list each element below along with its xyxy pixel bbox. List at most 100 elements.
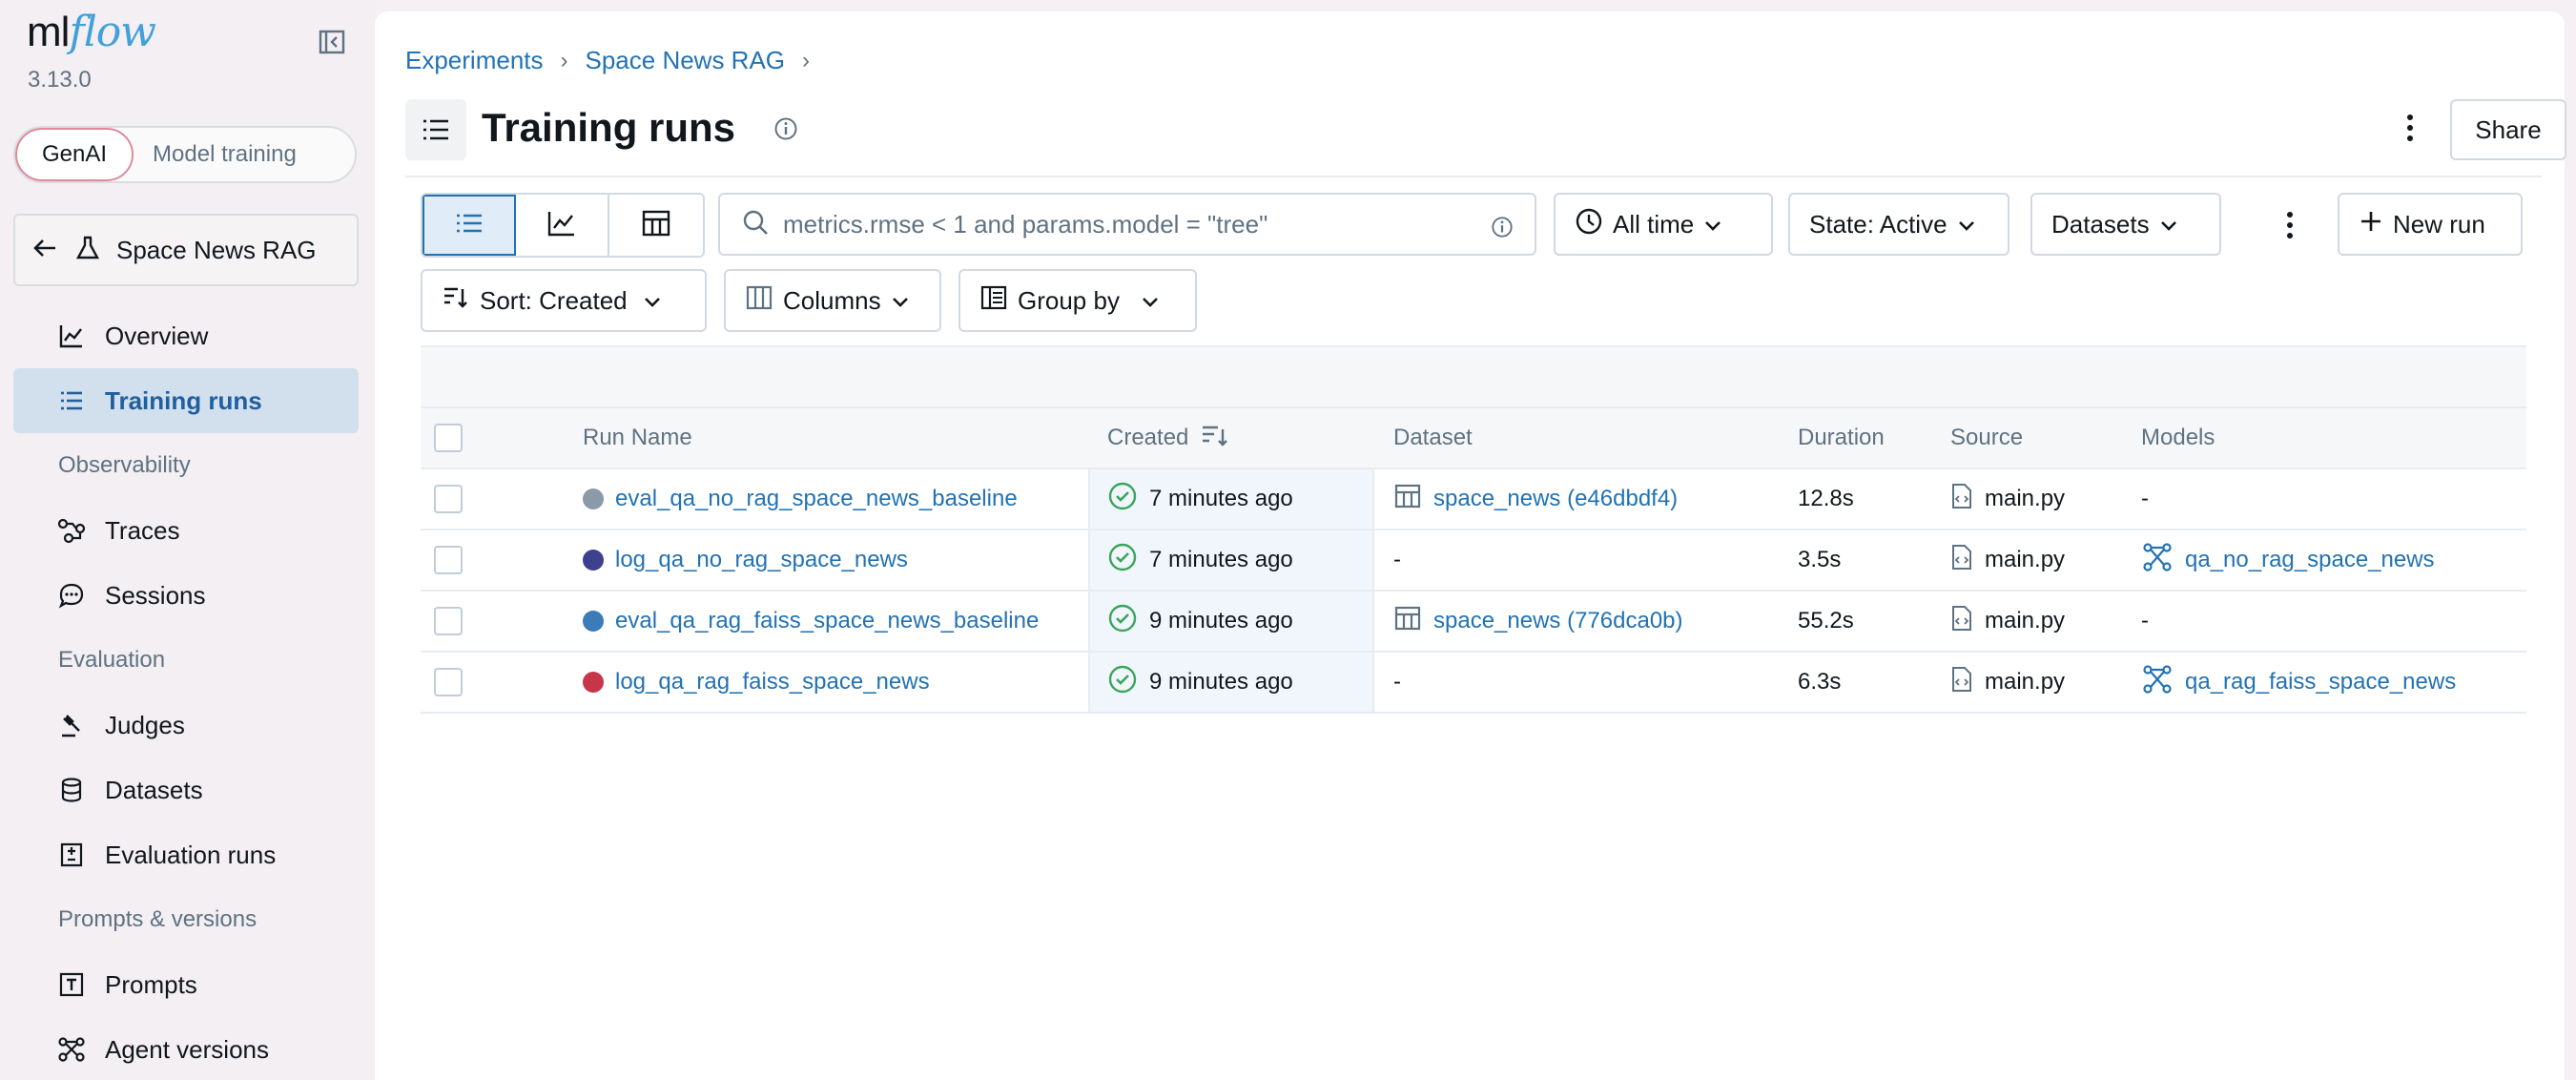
main-panel: Experiments › Space News RAG › Training … [375, 11, 2566, 1080]
chevron-down-icon [1141, 286, 1160, 316]
table-row[interactable]: log_qa_no_rag_space_news 7 minutes ago -… [421, 530, 2526, 592]
run-color-dot[interactable] [583, 611, 604, 632]
experiment-back-button[interactable]: Space News RAG [13, 214, 359, 286]
model-training-toggle-option[interactable]: Model training [134, 128, 316, 181]
table-view-button[interactable] [422, 195, 516, 256]
sidebar-item-label: Judges [105, 710, 185, 739]
model-icon [2141, 542, 2174, 579]
sidebar-nav: Overview Training runs Observability Tra… [13, 303, 359, 1080]
run-color-dot[interactable] [583, 550, 604, 571]
share-button[interactable]: Share [2450, 99, 2566, 160]
model-link[interactable]: qa_no_rag_space_news [2185, 547, 2435, 573]
run-color-dot[interactable] [583, 672, 604, 693]
collapse-sidebar-icon[interactable] [313, 23, 351, 61]
col-created[interactable]: Created [1107, 408, 1230, 467]
success-check-icon [1107, 542, 1138, 579]
view-mode-group [421, 193, 705, 258]
breadcrumb-experiment[interactable]: Space News RAG [586, 46, 786, 75]
state-filter-button[interactable]: State: Active [1788, 193, 2009, 256]
col-dataset[interactable]: Dataset [1393, 408, 1473, 467]
run-color-dot[interactable] [583, 488, 604, 509]
sort-button[interactable]: Sort: Created [421, 269, 707, 332]
chevron-down-icon [891, 286, 910, 316]
run-name-link[interactable]: log_qa_rag_faiss_space_news [615, 669, 930, 696]
agent-icon [57, 1035, 86, 1064]
group-by-icon [979, 284, 1008, 318]
sidebar-item-prompts[interactable]: Prompts [13, 952, 359, 1017]
table-grid-icon [1393, 483, 1422, 516]
row-checkbox[interactable] [434, 485, 463, 513]
sidebar-item-sessions[interactable]: Sessions [13, 563, 359, 628]
sort-label: Sort: Created [480, 285, 628, 315]
time-filter-button[interactable]: All time [1554, 193, 1773, 256]
created-time: 9 minutes ago [1149, 608, 1293, 633]
experiment-name: Space News RAG [116, 235, 317, 264]
col-source[interactable]: Source [1950, 408, 2023, 467]
genai-toggle-option[interactable]: GenAI [15, 128, 134, 181]
dataset-link[interactable]: space_news (e46dbdf4) [1433, 486, 1678, 512]
mlflow-logo[interactable]: mlflow [27, 8, 156, 56]
sidebar-item-traces[interactable]: Traces [13, 498, 359, 563]
source-link[interactable]: main.py [1985, 486, 2065, 512]
table-grid-icon [641, 209, 671, 242]
chart-view-button[interactable] [516, 195, 609, 256]
breadcrumb-separator: › [560, 47, 568, 73]
group-by-button[interactable]: Group by [958, 269, 1197, 332]
artifact-view-button[interactable] [609, 195, 703, 256]
source-link[interactable]: main.py [1985, 669, 2065, 696]
sidebar-item-datasets[interactable]: Datasets [13, 758, 359, 822]
run-name-link[interactable]: log_qa_no_rag_space_news [615, 547, 908, 573]
success-check-icon [1107, 664, 1138, 701]
source-link[interactable]: main.py [1985, 608, 2065, 634]
new-run-button[interactable]: New run [2338, 193, 2523, 256]
success-check-icon [1107, 603, 1138, 640]
more-options-icon[interactable] [2271, 206, 2309, 244]
sidebar-item-agent-versions[interactable]: Agent versions [13, 1017, 359, 1080]
breadcrumb-experiments[interactable]: Experiments [405, 46, 544, 75]
sidebar-item-overview[interactable]: Overview [13, 303, 359, 368]
title-row: Training runs Share [405, 92, 2566, 160]
row-checkbox[interactable] [434, 607, 463, 635]
col-duration[interactable]: Duration [1798, 408, 1885, 467]
search-info-icon[interactable] [1491, 216, 1514, 243]
datasets-filter-button[interactable]: Datasets [2030, 193, 2221, 256]
duration-value: 6.3s [1798, 669, 1842, 695]
sidebar-item-evaluation-runs[interactable]: Evaluation runs [13, 822, 359, 887]
chevron-down-icon [1703, 210, 1722, 239]
search-icon [741, 208, 770, 241]
created-time: 7 minutes ago [1149, 486, 1293, 511]
row-checkbox[interactable] [434, 668, 463, 696]
col-models[interactable]: Models [2141, 408, 2215, 467]
sidebar-item-label: Traces [105, 515, 180, 545]
col-created-label: Created [1107, 425, 1189, 450]
run-name-link[interactable]: eval_qa_no_rag_space_news_baseline [615, 486, 1018, 512]
col-run-name[interactable]: Run Name [583, 408, 692, 467]
table-row[interactable]: eval_qa_rag_faiss_space_news_baseline 9 … [421, 592, 2526, 653]
runs-table: Run Name Created Dataset Duration Source… [421, 345, 2526, 714]
search-input[interactable] [783, 209, 1489, 239]
table-row[interactable]: eval_qa_no_rag_space_news_baseline 7 min… [421, 469, 2526, 530]
more-options-icon[interactable] [2391, 109, 2429, 147]
created-time: 9 minutes ago [1149, 669, 1293, 695]
file-code-icon [1950, 604, 1973, 639]
dataset-link[interactable]: space_news (776dca0b) [1433, 608, 1683, 634]
list-icon [405, 99, 466, 160]
sidebar-item-judges[interactable]: Judges [13, 693, 359, 758]
source-link[interactable]: main.py [1985, 547, 2065, 573]
table-row[interactable]: log_qa_rag_faiss_space_news 9 minutes ag… [421, 653, 2526, 714]
run-name-link[interactable]: eval_qa_rag_faiss_space_news_baseline [615, 608, 1039, 634]
sidebar-item-training-runs[interactable]: Training runs [13, 368, 359, 433]
traces-icon [57, 516, 86, 545]
page-title: Training runs [482, 105, 736, 150]
clock-icon [1575, 207, 1603, 242]
gavel-icon [57, 711, 86, 739]
model-link[interactable]: qa_rag_faiss_space_news [2185, 669, 2456, 696]
info-icon[interactable] [773, 116, 798, 146]
sidebar-item-label: Agent versions [105, 1034, 269, 1064]
select-all-checkbox[interactable] [434, 424, 463, 452]
columns-button[interactable]: Columns [724, 269, 941, 332]
run-search-box [718, 193, 1536, 256]
breadcrumb-separator: › [802, 47, 811, 73]
time-filter-label: All time [1613, 209, 1695, 239]
row-checkbox[interactable] [434, 546, 463, 574]
